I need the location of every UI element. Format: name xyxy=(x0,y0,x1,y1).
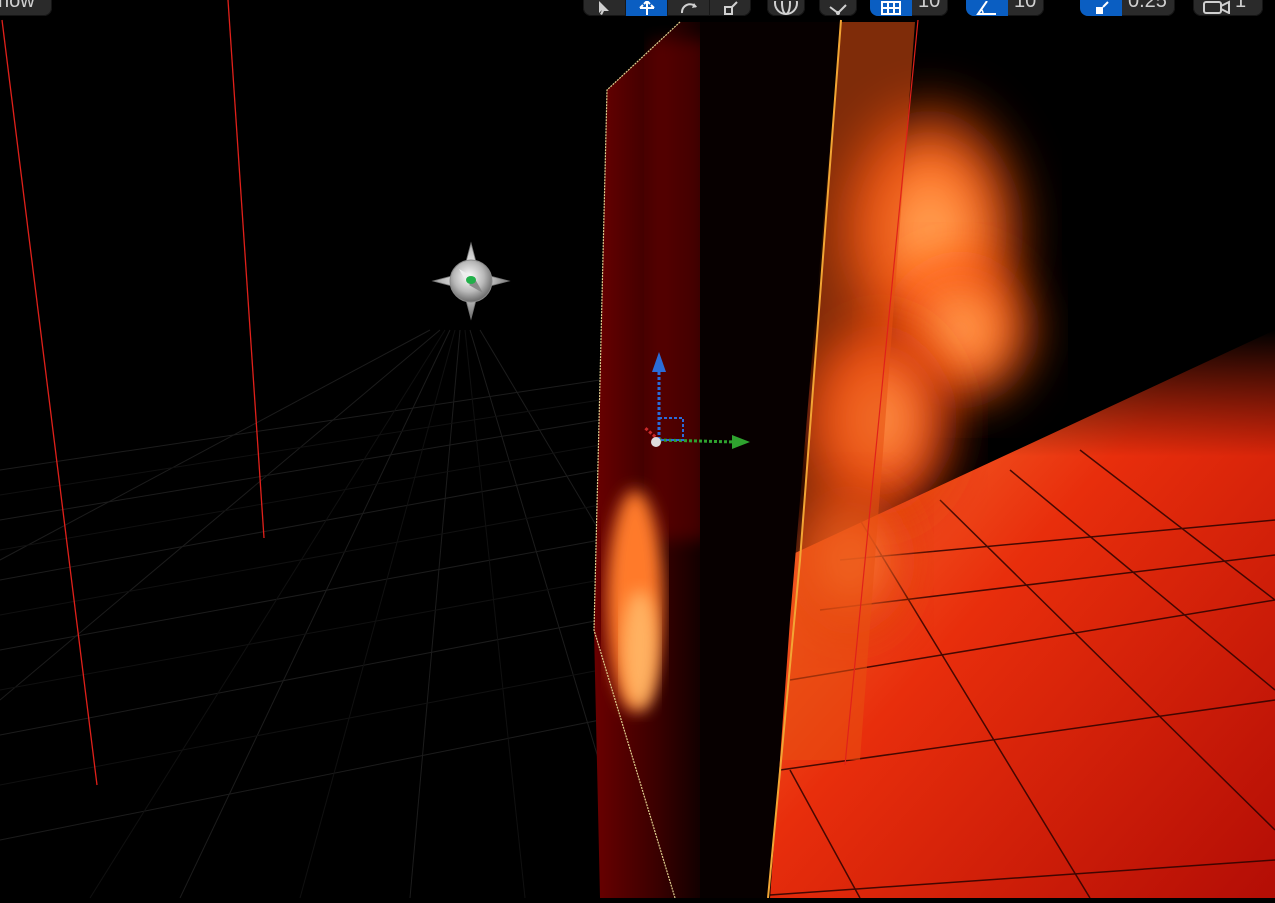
rotate-icon xyxy=(680,3,697,14)
view-mode-label: how xyxy=(0,0,35,12)
grid-snap-group: 10 xyxy=(870,0,949,16)
grid-snap-toggle[interactable] xyxy=(870,0,912,16)
bounds-lines xyxy=(1,0,265,786)
view-mode-button[interactable]: how xyxy=(0,0,52,16)
select-tool-button[interactable] xyxy=(583,0,625,16)
surface-snapping-button[interactable] xyxy=(819,0,857,16)
world-icon xyxy=(774,1,798,15)
rotation-snap-group: 10 xyxy=(966,0,1045,16)
scale-tool-button[interactable] xyxy=(709,0,751,16)
scale-snap-group: 0.25 xyxy=(1080,0,1175,16)
translate-tool-button[interactable] xyxy=(625,0,667,16)
camera-speed-button[interactable]: 1 xyxy=(1193,0,1263,16)
rotation-snap-value[interactable]: 10 xyxy=(1008,0,1044,16)
rotate-tool-button[interactable] xyxy=(667,0,709,16)
directional-light-icon[interactable] xyxy=(431,241,511,321)
scale-snap-toggle[interactable] xyxy=(1080,0,1122,16)
scale-snap-value[interactable]: 0.25 xyxy=(1122,0,1175,16)
scale-snap-icon xyxy=(1096,1,1109,14)
scale-icon xyxy=(723,1,738,15)
angle-icon xyxy=(976,1,996,15)
coordinate-space-button[interactable] xyxy=(767,0,805,16)
camera-speed-value: 1 xyxy=(1235,0,1247,12)
surface-snapping-icon xyxy=(829,4,847,15)
grid-snap-value[interactable]: 10 xyxy=(912,0,948,16)
grid-icon xyxy=(881,1,901,15)
transform-tools-group xyxy=(583,0,751,16)
level-viewport[interactable]: how 10 10 0.25 1 xyxy=(0,0,1275,899)
viewport-scene[interactable] xyxy=(0,0,1275,899)
rotation-snap-toggle[interactable] xyxy=(966,0,1008,16)
select-icon xyxy=(599,1,609,15)
camera-icon xyxy=(1203,0,1230,14)
translate-icon xyxy=(638,1,655,15)
